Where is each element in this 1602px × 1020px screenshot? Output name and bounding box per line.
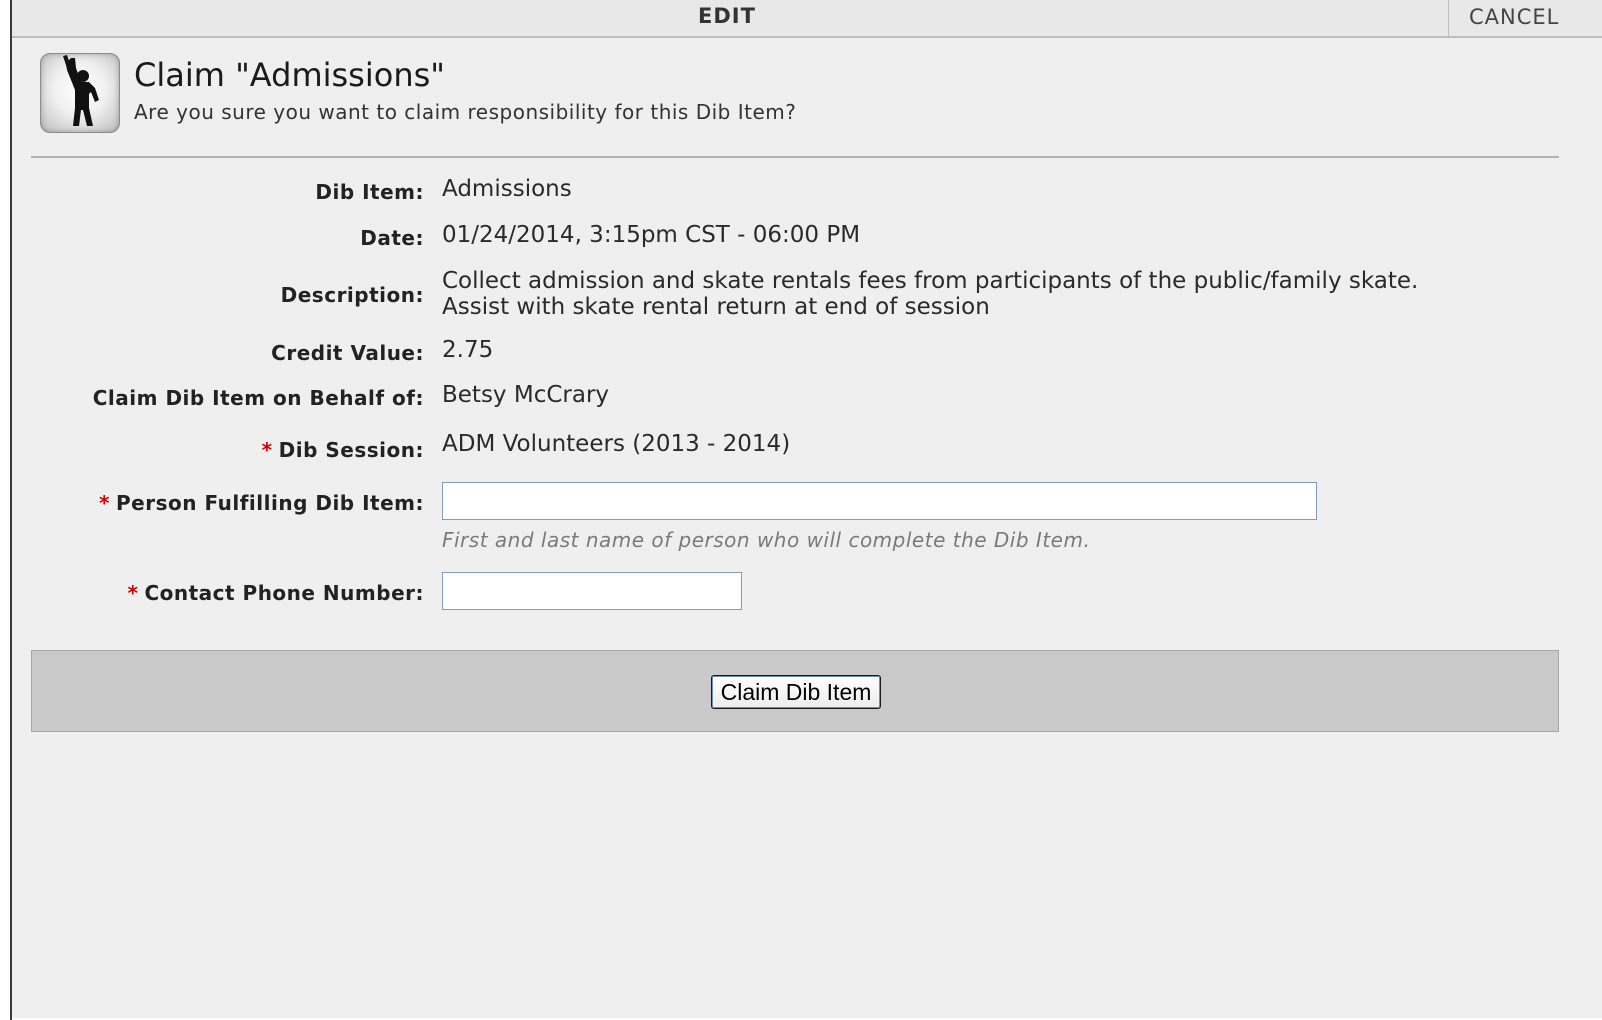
credit-value: 2.75 (442, 337, 494, 363)
claim-title: Claim "Admissions" (134, 56, 445, 94)
person-fulfilling-label-text: Person Fulfilling Dib Item: (116, 491, 424, 515)
dib-session-value: ADM Volunteers (2013 - 2014) (442, 431, 791, 457)
dib-item-label: Dib Item: (315, 180, 424, 204)
dialog-footer: Claim Dib Item (31, 650, 1559, 732)
credit-value-label: Credit Value: (271, 341, 424, 365)
required-marker: * (261, 438, 273, 462)
person-fulfilling-input[interactable] (442, 482, 1317, 520)
claim-dialog: EDIT CANCEL Claim "Admissions" Are you s… (12, 0, 1602, 1018)
waving-person-icon (40, 53, 120, 133)
description-label: Description: (280, 283, 424, 307)
contact-phone-label: * Contact Phone Number: (127, 581, 424, 605)
date-value: 01/24/2014, 3:15pm CST - 06:00 PM (442, 222, 861, 248)
dialog-title: EDIT (698, 4, 756, 28)
date-label: Date: (360, 226, 424, 250)
claim-subtitle: Are you sure you want to claim responsib… (134, 100, 797, 124)
behalf-of-label: Claim Dib Item on Behalf of: (92, 386, 424, 410)
dib-item-value: Admissions (442, 176, 572, 202)
dialog-topbar: EDIT CANCEL (12, 0, 1602, 38)
header-divider (31, 156, 1559, 158)
cancel-button[interactable]: CANCEL (1448, 0, 1602, 36)
person-fulfilling-label: * Person Fulfilling Dib Item: (99, 491, 424, 515)
required-marker: * (127, 581, 139, 605)
description-value: Collect admission and skate rentals fees… (442, 268, 1419, 320)
person-fulfilling-hint: First and last name of person who will c… (442, 528, 1091, 552)
behalf-of-value: Betsy McCrary (442, 382, 610, 408)
dib-session-label: * Dib Session: (262, 438, 424, 462)
contact-phone-label-text: Contact Phone Number: (144, 581, 424, 605)
dib-session-label-text: Dib Session: (278, 438, 424, 462)
required-marker: * (99, 491, 111, 515)
claim-dib-item-button[interactable]: Claim Dib Item (711, 675, 881, 709)
contact-phone-input[interactable] (442, 572, 742, 610)
